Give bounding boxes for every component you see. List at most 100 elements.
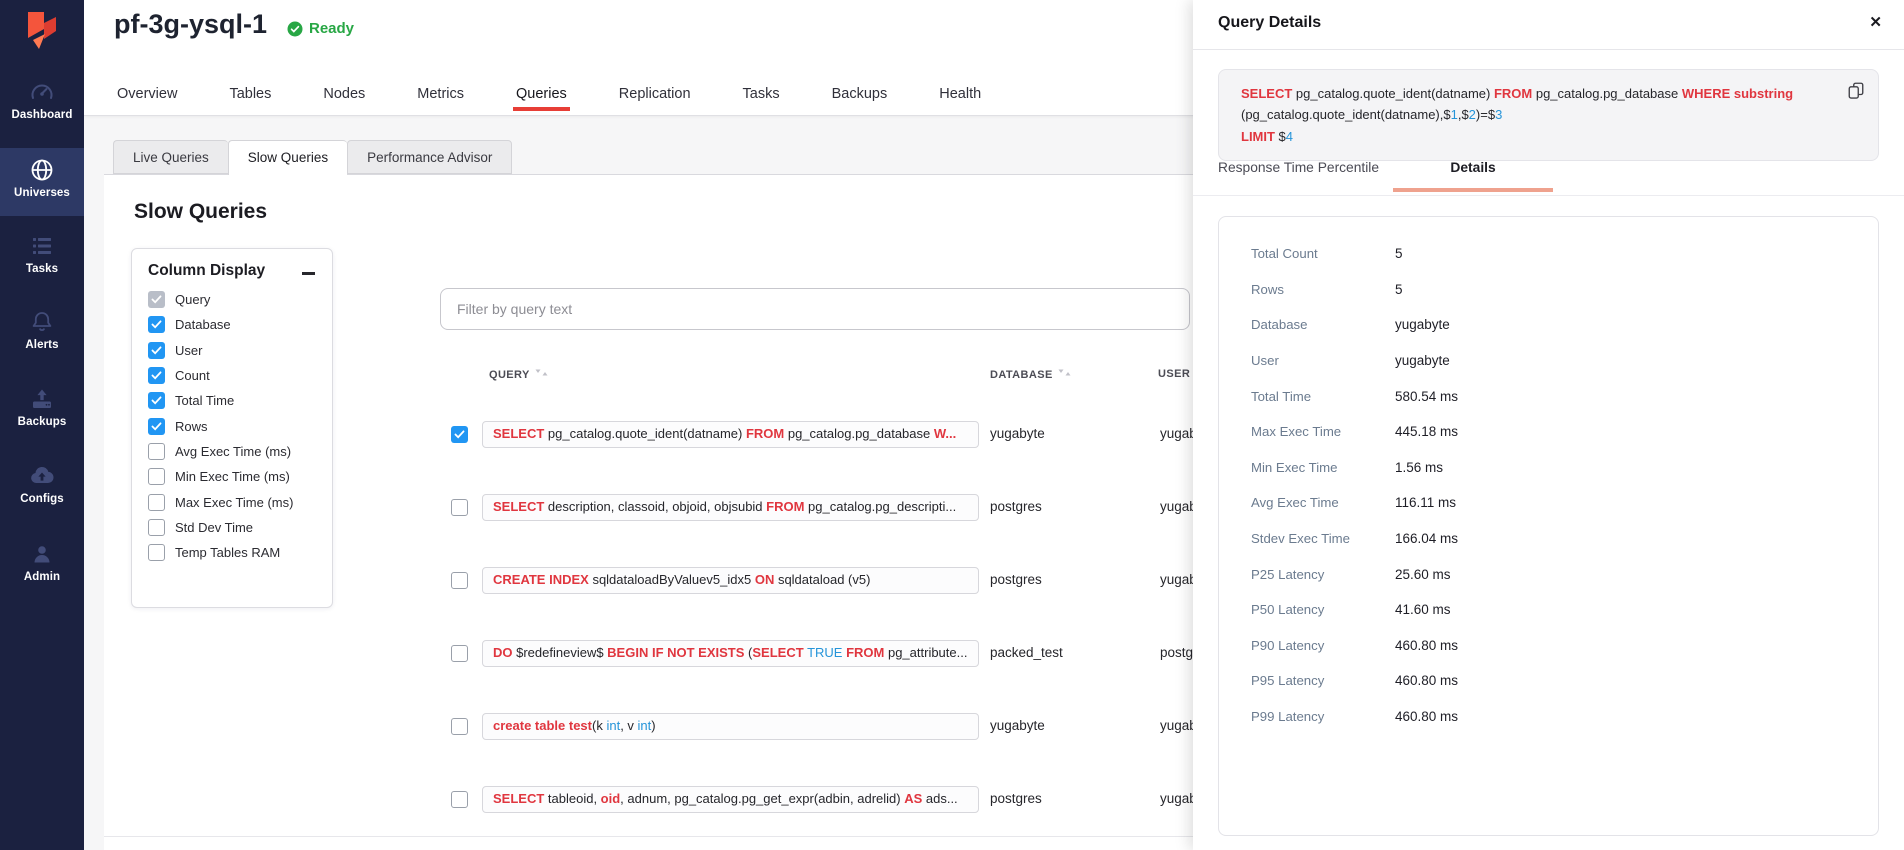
admin-icon xyxy=(29,541,55,567)
sort-icon[interactable] xyxy=(1058,368,1071,380)
sidebar-item-label: Admin xyxy=(0,571,84,583)
sql-segment: $redefineview$ xyxy=(513,645,608,660)
column-option-total-time[interactable]: Total Time xyxy=(132,388,332,413)
query-text-pill[interactable]: SELECT description, classoid, objoid, ob… xyxy=(482,494,979,521)
tab-metrics[interactable]: Metrics xyxy=(414,76,467,111)
sidebar-item-admin[interactable]: Admin xyxy=(0,532,84,600)
detail-label: Database xyxy=(1251,317,1395,332)
detail-value: 116.11 ms xyxy=(1395,495,1456,510)
sql-segment: TRUE xyxy=(807,645,842,660)
column-option-query[interactable]: Query xyxy=(132,287,332,312)
column-option-label: Avg Exec Time (ms) xyxy=(175,444,291,459)
tab-health[interactable]: Health xyxy=(936,76,984,111)
detail-value: 460.80 ms xyxy=(1395,638,1458,653)
details-card: Total Count5Rows5DatabaseyugabyteUseryug… xyxy=(1218,216,1879,836)
detail-value: 5 xyxy=(1395,246,1403,261)
sql-segment: BEGIN IF NOT EXISTS xyxy=(607,645,744,660)
row-checkbox[interactable] xyxy=(451,499,468,516)
sql-segment: ) xyxy=(651,718,655,733)
column-option-std-dev-time[interactable]: Std Dev Time xyxy=(132,515,332,540)
yugabyte-logo[interactable] xyxy=(20,8,64,52)
sidebar-item-label: Alerts xyxy=(0,339,84,351)
detail-label: P50 Latency xyxy=(1251,602,1395,617)
minus-icon[interactable] xyxy=(302,266,318,282)
copy-icon[interactable] xyxy=(1847,81,1865,99)
column-option-avg-exec-time-ms[interactable]: Avg Exec Time (ms) xyxy=(132,439,332,464)
sidebar-item-tasks[interactable]: Tasks xyxy=(0,224,84,292)
column-option-label: Std Dev Time xyxy=(175,520,253,535)
query-text-pill[interactable]: DO $redefineview$ BEGIN IF NOT EXISTS (S… xyxy=(482,640,979,667)
sidebar-item-configs[interactable]: Configs xyxy=(0,454,84,522)
tab-backups[interactable]: Backups xyxy=(829,76,891,111)
detail-value: 166.04 ms xyxy=(1395,531,1458,546)
checkbox-min-exec-time-ms[interactable] xyxy=(148,468,165,485)
checkbox-count[interactable] xyxy=(148,367,165,384)
status-badge: Ready xyxy=(287,20,354,37)
tab-overview[interactable]: Overview xyxy=(114,76,180,111)
column-option-min-exec-time-ms[interactable]: Min Exec Time (ms) xyxy=(132,464,332,489)
subtab-performance-advisor[interactable]: Performance Advisor xyxy=(347,140,512,174)
checkbox-total-time[interactable] xyxy=(148,392,165,409)
tab-tables[interactable]: Tables xyxy=(226,76,274,111)
detail-row-stdev-exec-time: Stdev Exec Time166.04 ms xyxy=(1219,521,1878,557)
sidebar-item-universes[interactable]: Universes xyxy=(0,148,84,216)
column-display-card: Column Display QueryDatabaseUserCountTot… xyxy=(131,248,333,608)
checkbox-max-exec-time-ms[interactable] xyxy=(148,494,165,511)
query-text-pill[interactable]: SELECT pg_catalog.quote_ident(datname) F… xyxy=(482,421,979,448)
sidebar-item-backups[interactable]: Backups xyxy=(0,377,84,445)
sort-icon[interactable] xyxy=(535,368,548,380)
subtab-live-queries[interactable]: Live Queries xyxy=(113,140,228,174)
row-checkbox[interactable] xyxy=(451,572,468,589)
checkbox-query[interactable] xyxy=(148,291,165,308)
checkbox-database[interactable] xyxy=(148,316,165,333)
tab-replication[interactable]: Replication xyxy=(616,76,694,111)
details-tab-response-time-percentile[interactable]: Response Time Percentile xyxy=(1218,160,1379,192)
column-option-label: User xyxy=(175,343,202,358)
checkbox-std-dev-time[interactable] xyxy=(148,519,165,536)
column-option-max-exec-time-ms[interactable]: Max Exec Time (ms) xyxy=(132,489,332,514)
gauge-icon xyxy=(29,79,55,105)
sql-segment: SELECT xyxy=(1241,86,1292,101)
column-header-database[interactable]: DATABASE xyxy=(990,368,1071,381)
query-text-pill[interactable]: create table test(k int, v int) xyxy=(482,713,979,740)
tab-queries[interactable]: Queries xyxy=(513,76,570,111)
column-option-label: Min Exec Time (ms) xyxy=(175,469,290,484)
column-option-rows[interactable]: Rows xyxy=(132,413,332,438)
detail-row-p90-latency: P90 Latency460.80 ms xyxy=(1219,628,1878,664)
query-filter-input[interactable] xyxy=(440,288,1190,330)
query-text-pill[interactable]: SELECT tableoid, oid, adnum, pg_catalog.… xyxy=(482,786,979,813)
column-header-query[interactable]: QUERY xyxy=(489,368,548,381)
tab-nodes[interactable]: Nodes xyxy=(320,76,368,111)
checkbox-user[interactable] xyxy=(148,342,165,359)
database-cell: packed_test xyxy=(990,645,1063,660)
detail-value: 41.60 ms xyxy=(1395,602,1451,617)
close-icon[interactable]: ✕ xyxy=(1869,13,1882,31)
column-option-count[interactable]: Count xyxy=(132,363,332,388)
sidebar-item-label: Tasks xyxy=(0,263,84,275)
detail-value: 1.56 ms xyxy=(1395,460,1443,475)
column-option-user[interactable]: User xyxy=(132,338,332,363)
sidebar-item-alerts[interactable]: Alerts xyxy=(0,300,84,368)
detail-row-total-count: Total Count5 xyxy=(1219,236,1878,272)
column-option-temp-tables-ram[interactable]: Temp Tables RAM xyxy=(132,540,332,565)
checkbox-rows[interactable] xyxy=(148,418,165,435)
detail-value: 460.80 ms xyxy=(1395,709,1458,724)
subtab-slow-queries[interactable]: Slow Queries xyxy=(228,140,347,175)
row-checkbox[interactable] xyxy=(451,791,468,808)
checkbox-temp-tables-ram[interactable] xyxy=(148,544,165,561)
row-checkbox[interactable] xyxy=(451,645,468,662)
details-tab-details[interactable]: Details xyxy=(1393,160,1553,192)
sidebar-item-dashboard[interactable]: Dashboard xyxy=(0,70,84,138)
query-text-pill[interactable]: CREATE INDEX sqldataloadByValuev5_idx5 O… xyxy=(482,567,979,594)
column-option-database[interactable]: Database xyxy=(132,312,332,337)
tab-tasks[interactable]: Tasks xyxy=(740,76,783,111)
sql-segment: create table test xyxy=(493,718,592,733)
detail-label: P95 Latency xyxy=(1251,673,1395,688)
sql-segment: SELECT xyxy=(493,499,544,514)
checkbox-avg-exec-time-ms[interactable] xyxy=(148,443,165,460)
detail-label: Total Count xyxy=(1251,246,1395,261)
sql-segment: ON xyxy=(755,572,775,587)
row-checkbox[interactable] xyxy=(451,426,468,443)
row-checkbox[interactable] xyxy=(451,718,468,735)
sql-segment: int xyxy=(638,718,652,733)
